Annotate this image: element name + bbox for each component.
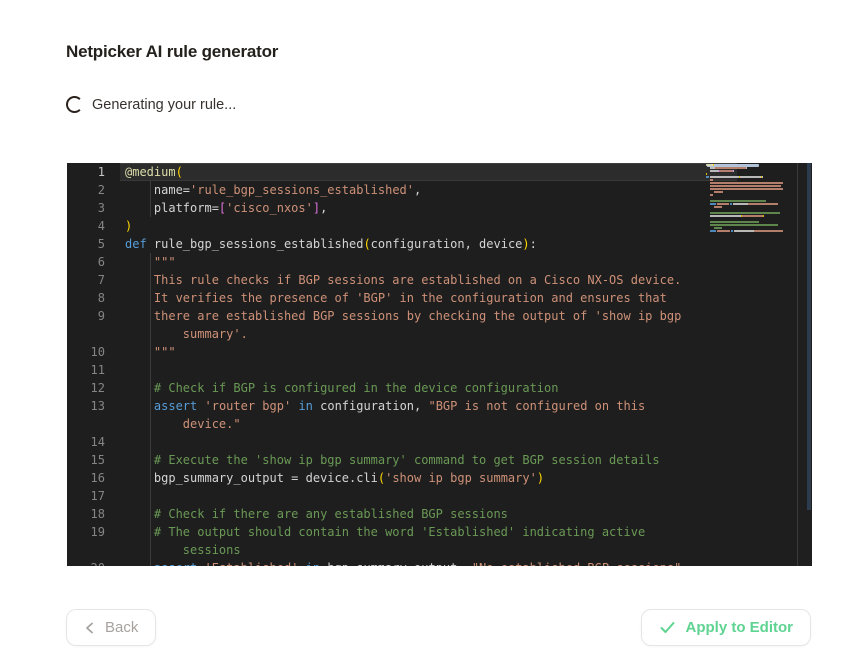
code-line: 15 # Execute the 'show ip bgp summary' c…: [67, 451, 797, 469]
netpicker-ai-rule-generator-dialog: Netpicker AI rule generator Generating y…: [0, 0, 853, 660]
vertical-scrollbar[interactable]: [797, 163, 812, 566]
code-line: 10 """: [67, 343, 797, 361]
scrollbar-slider[interactable]: [807, 163, 811, 510]
line-number: 16: [91, 469, 105, 487]
line-number: 3: [98, 199, 105, 217]
status-text: Generating your rule...: [92, 97, 236, 113]
minimap[interactable]: [700, 164, 797, 233]
checkmark-icon: [659, 620, 676, 635]
line-number: 4: [98, 217, 105, 235]
code-line: 6 """: [67, 253, 797, 271]
code-line: device.": [67, 415, 797, 433]
code-line: 7 This rule checks if BGP sessions are e…: [67, 271, 797, 289]
code-line: 1@medium(: [67, 163, 797, 181]
code-line: 20 assert 'Established' in bgp_summary_o…: [67, 559, 797, 566]
code-line: 17: [67, 487, 797, 505]
code-lines: 1@medium(2 name='rule_bgp_sessions_estab…: [67, 163, 797, 566]
code-line: 8 It verifies the presence of 'BGP' in t…: [67, 289, 797, 307]
code-line: summary'.: [67, 325, 797, 343]
line-number: 20: [91, 559, 105, 566]
code-line: 11: [67, 361, 797, 379]
code-line: 4): [67, 217, 797, 235]
line-number: 19: [91, 523, 105, 541]
indent-guide: [150, 361, 151, 379]
line-number: 1: [98, 163, 105, 181]
page-title: Netpicker AI rule generator: [66, 42, 278, 62]
apply-button-label: Apply to Editor: [686, 619, 794, 636]
code-line: 13 assert 'router bgp' in configuration,…: [67, 397, 797, 415]
chevron-left-icon: [84, 621, 95, 635]
loading-spinner-icon: [66, 96, 83, 113]
code-line: 12 # Check if BGP is configured in the d…: [67, 379, 797, 397]
line-number: 8: [98, 289, 105, 307]
line-number: 14: [91, 433, 105, 451]
code-line: 18 # Check if there are any established …: [67, 505, 797, 523]
code-line: 19 # The output should contain the word …: [67, 523, 797, 541]
code-line: 5def rule_bgp_sessions_established(confi…: [67, 235, 797, 253]
code-line: 3 platform=['cisco_nxos'],: [67, 199, 797, 217]
line-number: 9: [98, 307, 105, 325]
line-number: 11: [91, 361, 105, 379]
line-number: 10: [91, 343, 105, 361]
line-number: 15: [91, 451, 105, 469]
line-number: 7: [98, 271, 105, 289]
footer-actions: Back Apply to Editor: [0, 609, 853, 646]
line-number: 2: [98, 181, 105, 199]
code-line: 14: [67, 433, 797, 451]
code-line: 2 name='rule_bgp_sessions_established',: [67, 181, 797, 199]
line-number: 6: [98, 253, 105, 271]
line-number: 12: [91, 379, 105, 397]
indent-guide: [150, 433, 151, 451]
generation-status: Generating your rule...: [66, 96, 236, 113]
code-line: sessions: [67, 541, 797, 559]
back-button[interactable]: Back: [66, 609, 156, 646]
code-editor[interactable]: 1@medium(2 name='rule_bgp_sessions_estab…: [67, 163, 812, 566]
line-number: 5: [98, 235, 105, 253]
code-line: 16 bgp_summary_output = device.cli('show…: [67, 469, 797, 487]
line-number: 18: [91, 505, 105, 523]
line-number: 17: [91, 487, 105, 505]
indent-guide: [150, 487, 151, 505]
line-number: 13: [91, 397, 105, 415]
back-button-label: Back: [105, 619, 138, 636]
code-line: 9 there are established BGP sessions by …: [67, 307, 797, 325]
apply-to-editor-button[interactable]: Apply to Editor: [641, 609, 812, 646]
